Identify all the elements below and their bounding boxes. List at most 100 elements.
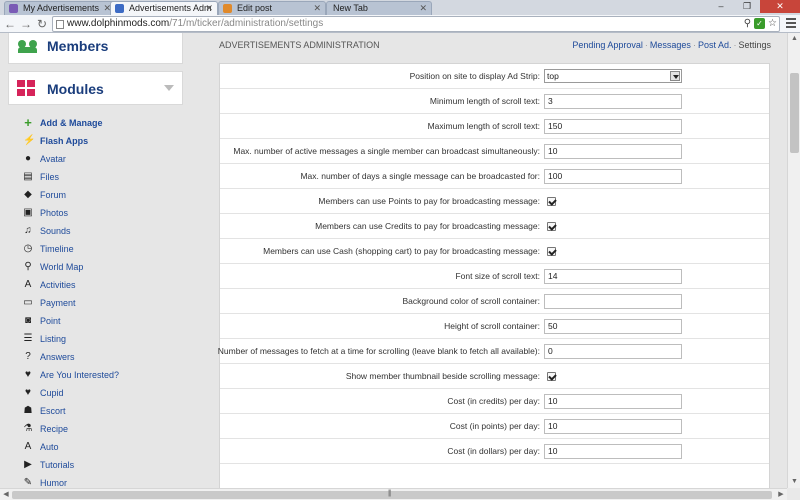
browser-tab-active[interactable]: Advertisements Adm ✕ xyxy=(110,1,218,15)
listing-icon: ☰ xyxy=(23,333,33,344)
sidebar-item[interactable]: ▭ Payment xyxy=(8,294,183,312)
setting-checkbox[interactable] xyxy=(547,372,556,381)
scroll-right-icon[interactable]: ▶ xyxy=(775,489,787,500)
sidebar-item[interactable]: ▤ Files xyxy=(8,168,183,186)
sidebar-item[interactable]: + Add & Manage xyxy=(8,114,183,132)
dropdown-arrow-icon[interactable] xyxy=(670,71,680,81)
browser-tab[interactable]: Edit post ✕ xyxy=(218,1,326,15)
forward-arrow-icon[interactable]: → xyxy=(19,17,33,31)
sidebar-item-label: Answers xyxy=(40,352,75,362)
pending-approval-link[interactable]: Pending Approval xyxy=(572,40,643,50)
url-path: /71/m/ticker/administration/settings xyxy=(169,18,324,29)
members-panel[interactable]: Members xyxy=(8,33,183,64)
browser-tab[interactable]: New Tab ✕ xyxy=(326,1,432,15)
sidebar-item[interactable]: A Auto xyxy=(8,438,183,456)
sidebar-item[interactable]: ⚡ Flash Apps xyxy=(8,132,183,150)
reload-icon[interactable]: ↻ xyxy=(35,17,49,31)
setting-input[interactable]: 150 xyxy=(544,119,682,134)
scroll-up-icon[interactable]: ▲ xyxy=(788,33,800,45)
horizontal-scrollbar[interactable]: ◀ ||| ▶ xyxy=(0,488,787,500)
settings-form: Position on site to display Ad Strip: top… xyxy=(217,63,770,488)
setting-input[interactable]: 14 xyxy=(544,269,682,284)
flask-icon: ⚗ xyxy=(23,423,33,434)
setting-label: Members can use Cash (shopping cart) to … xyxy=(263,246,540,256)
sidebar-item[interactable]: ♥ Cupid xyxy=(8,384,183,402)
sidebar-item-label: Auto xyxy=(40,442,59,452)
sidebar-item[interactable]: ⚗ Recipe xyxy=(8,420,183,438)
post-ad-link[interactable]: Post Ad. xyxy=(698,40,732,50)
setting-checkbox[interactable] xyxy=(547,247,556,256)
sidebar-item[interactable]: ♫ Sounds xyxy=(8,222,183,240)
back-arrow-icon[interactable]: ← xyxy=(3,17,17,31)
sidebar-item-label: Tutorials xyxy=(40,460,75,470)
admin-links: Pending Approval · Messages · Post Ad. · Setti… xyxy=(572,40,771,50)
search-icon[interactable]: ⚲ xyxy=(744,17,751,31)
play-icon: ▶ xyxy=(24,459,32,470)
sidebar-item[interactable]: ♥ Are You Interested? xyxy=(8,366,183,384)
setting-input[interactable]: 50 xyxy=(544,319,682,334)
messages-link[interactable]: Messages xyxy=(650,40,691,50)
sidebar-item[interactable]: ◙ Point xyxy=(8,312,183,330)
scroll-down-icon[interactable]: ▼ xyxy=(788,476,800,488)
tab-label: My Advertisements xyxy=(23,3,100,13)
sidebar-item[interactable]: ☗ Escort xyxy=(8,402,183,420)
sidebar-item-label: Forum xyxy=(40,190,67,200)
scrollbar-thumb[interactable] xyxy=(12,491,772,499)
setting-checkbox[interactable] xyxy=(547,222,556,231)
sidebar-item-label: Flash Apps xyxy=(40,136,89,146)
settings-row: Maximum length of scroll text: 150 xyxy=(220,114,769,139)
plus-icon: + xyxy=(24,115,32,130)
scroll-left-icon[interactable]: ◀ xyxy=(0,489,12,500)
setting-label: Position on site to display Ad Strip: xyxy=(409,71,540,81)
tab-close-icon[interactable]: ✕ xyxy=(313,2,321,14)
settings-row: Cost (in credits) per day: 10 xyxy=(220,389,769,414)
setting-input[interactable] xyxy=(544,294,682,309)
maximize-icon[interactable]: ❐ xyxy=(734,0,760,13)
setting-input[interactable]: 10 xyxy=(544,419,682,434)
setting-input[interactable]: 10 xyxy=(544,144,682,159)
settings-row: Minimum length of scroll text: 3 xyxy=(220,89,769,114)
browser-toolbar: ← → ↻ www.dolphinmods.com/71/m/ticker/ad… xyxy=(0,15,800,33)
setting-checkbox[interactable] xyxy=(547,197,556,206)
window-close-icon[interactable]: ✕ xyxy=(760,0,800,13)
setting-input[interactable]: 10 xyxy=(544,394,682,409)
sidebar-item[interactable]: A Activities xyxy=(8,276,183,294)
tab-close-icon[interactable]: ✕ xyxy=(205,2,213,14)
setting-label: Members can use Points to pay for broadc… xyxy=(318,196,540,206)
browser-tab[interactable]: My Advertisements ✕ xyxy=(4,1,116,15)
scrollbar-thumb[interactable] xyxy=(790,73,799,153)
sidebar-item[interactable]: ▣ Photos xyxy=(8,204,183,222)
setting-label: Number of messages to fetch at a time fo… xyxy=(217,346,540,356)
files-icon: ▤ xyxy=(23,171,33,182)
sidebar-item-label: Escort xyxy=(40,406,66,416)
map-pin-icon: ⚲ xyxy=(24,261,32,272)
main-panel: ADVERTISEMENTS ADMINISTRATION Pending Ap… xyxy=(211,33,771,488)
address-bar[interactable]: www.dolphinmods.com/71/m/ticker/administ… xyxy=(52,16,780,32)
browser-menu-icon[interactable] xyxy=(786,18,796,30)
sidebar-item-label: Humor xyxy=(40,478,68,488)
modules-panel[interactable]: Modules xyxy=(8,71,183,105)
page-icon xyxy=(56,20,64,29)
chevron-down-icon[interactable] xyxy=(164,85,174,91)
setting-label: Height of scroll container: xyxy=(444,321,540,331)
vertical-scrollbar[interactable]: ▲ ▼ xyxy=(787,33,800,488)
setting-input[interactable]: 3 xyxy=(544,94,682,109)
sidebar-item[interactable]: ☰ Listing xyxy=(8,330,183,348)
setting-input[interactable]: 0 xyxy=(544,344,682,359)
setting-input[interactable]: 100 xyxy=(544,169,682,184)
sidebar-item[interactable]: ? Answers xyxy=(8,348,183,366)
tab-label: Advertisements Adm xyxy=(129,3,212,13)
extension-icon[interactable]: ✓ xyxy=(754,18,766,29)
sidebar-item[interactable]: ◆ Forum xyxy=(8,186,183,204)
sidebar-item[interactable]: ▶ Tutorials xyxy=(8,456,183,474)
sidebar-item[interactable]: ◷ Timeline xyxy=(8,240,183,258)
bookmark-star-icon[interactable]: ☆ xyxy=(768,17,777,31)
position-select[interactable]: top xyxy=(544,69,682,83)
tab-close-icon[interactable]: ✕ xyxy=(419,2,427,14)
setting-input[interactable]: 10 xyxy=(544,444,682,459)
sidebar-item[interactable]: ✎ Humor xyxy=(8,474,183,489)
sidebar-item[interactable]: ● Avatar xyxy=(8,150,183,168)
modules-title: Modules xyxy=(47,81,104,97)
minimize-icon[interactable]: – xyxy=(708,0,734,13)
sidebar-item[interactable]: ⚲ World Map xyxy=(8,258,183,276)
